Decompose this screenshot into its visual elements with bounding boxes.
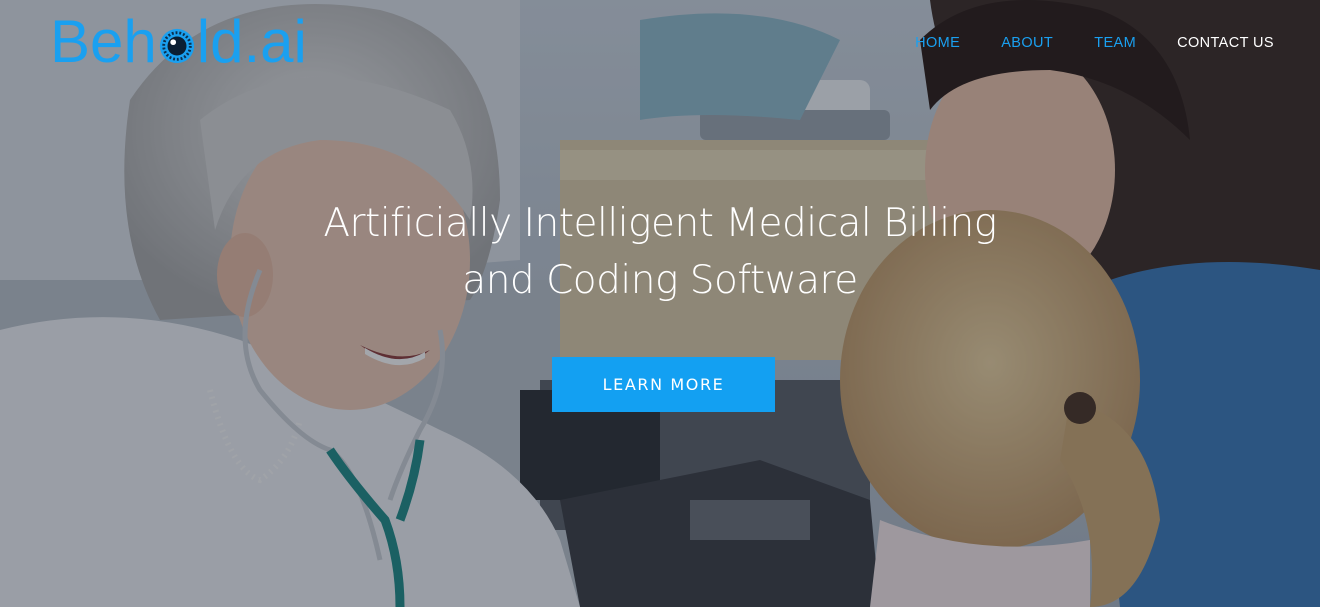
eye-icon bbox=[159, 28, 194, 64]
hero-section: Beh ld.ai HOME ABOUT TEAM CONTACT US Art… bbox=[0, 0, 1320, 607]
main-nav: HOME ABOUT TEAM CONTACT US bbox=[874, 35, 1274, 51]
nav-about[interactable]: ABOUT bbox=[1001, 35, 1053, 51]
logo-text-start: Beh bbox=[50, 8, 157, 75]
learn-more-button[interactable]: LEARN MORE bbox=[552, 357, 775, 412]
logo-text-end: ld.ai bbox=[196, 8, 307, 75]
nav-home[interactable]: HOME bbox=[915, 35, 960, 51]
hero-headline-line2: and Coding Software bbox=[462, 258, 858, 303]
nav-team[interactable]: TEAM bbox=[1094, 35, 1136, 51]
hero-headline-line1: Artificially Intelligent Medical Billing bbox=[323, 201, 997, 246]
behold-logo[interactable]: Beh ld.ai bbox=[50, 10, 307, 74]
hero-headline: Artificially Intelligent Medical Billing… bbox=[0, 195, 1320, 309]
nav-contact-us[interactable]: CONTACT US bbox=[1177, 35, 1274, 51]
